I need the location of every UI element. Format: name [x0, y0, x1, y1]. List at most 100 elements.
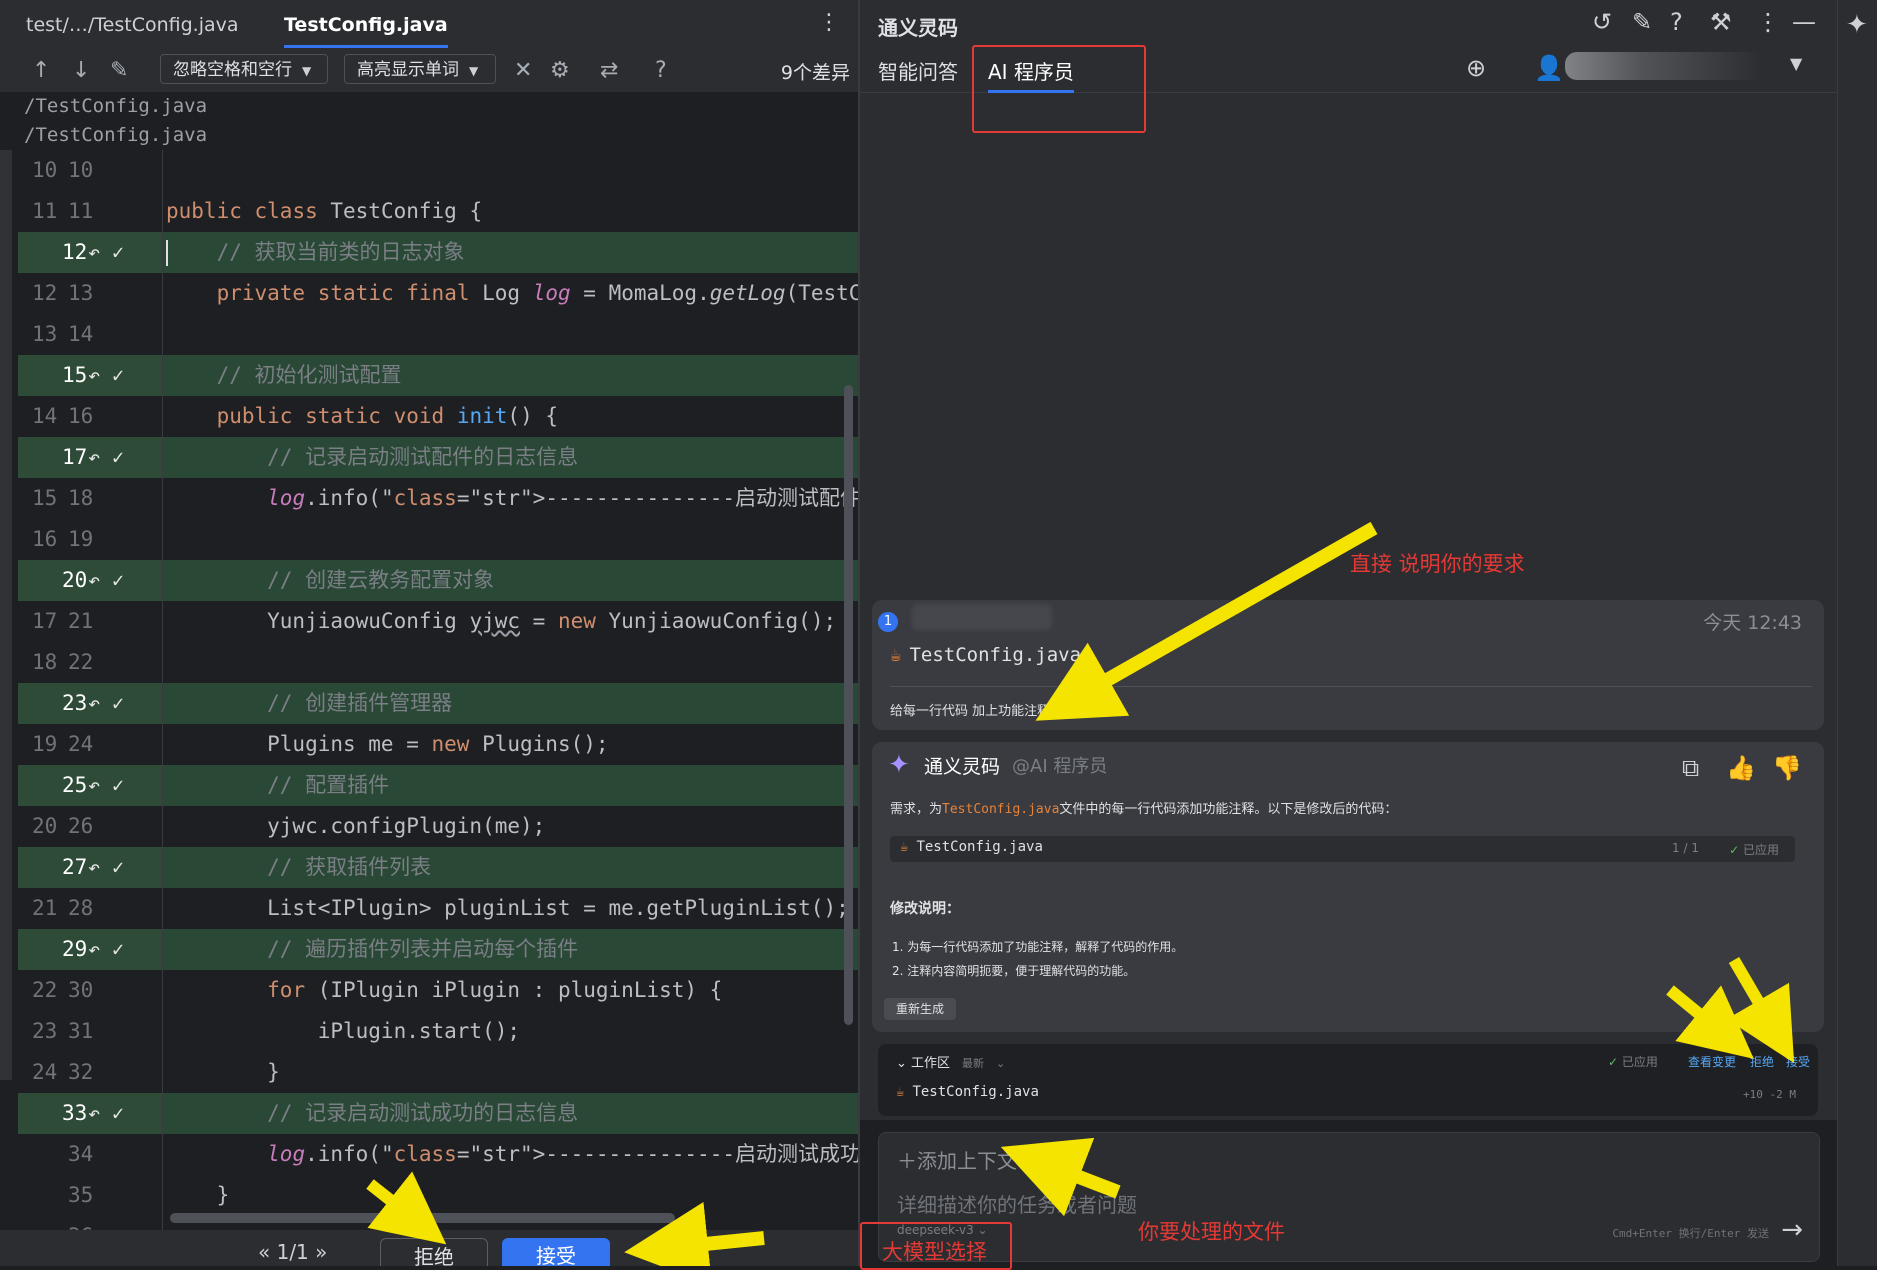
accept-check-icon[interactable]: ✓ — [112, 232, 124, 273]
wrench-icon[interactable]: ⚒ — [1710, 8, 1732, 36]
send-arrow-icon[interactable]: → — [1781, 1215, 1803, 1245]
help-icon[interactable]: ? — [655, 58, 667, 83]
accept-check-icon[interactable]: ✓ — [112, 355, 124, 396]
more-options-icon[interactable]: ⋮ — [1756, 8, 1780, 36]
new-line-number: 15 — [62, 363, 88, 387]
line-gutter: 20 26 — [18, 806, 163, 847]
accept-check-icon[interactable]: ✓ — [112, 1093, 124, 1134]
diff-line-added[interactable]: 27 ↶ ✓ // 获取插件列表 — [18, 847, 858, 888]
old-line-number: 15 — [32, 486, 58, 510]
accept-check-icon[interactable]: ✓ — [112, 765, 124, 806]
revert-icon[interactable]: ↶ — [88, 1093, 100, 1134]
avatar[interactable] — [1565, 52, 1785, 80]
diff-line[interactable]: 35 } — [18, 1175, 858, 1216]
help-circle-icon[interactable]: ? — [1670, 8, 1683, 36]
changed-file-row[interactable]: ☕ TestConfig.java 1 / 1 ✓ 已应用 — [890, 836, 1795, 862]
add-context-button[interactable]: ＋添加上下文 — [897, 1145, 1017, 1174]
new-line-number: 14 — [68, 322, 94, 346]
revert-icon[interactable]: ↶ — [88, 765, 100, 806]
diff-line-added[interactable]: 25 ↶ ✓ // 配置插件 — [18, 765, 858, 806]
editor-tab-bar: test/…/TestConfig.java TestConfig.java ⋮ — [0, 0, 858, 51]
diff-line[interactable]: 11 11 public class TestConfig { — [18, 191, 858, 232]
view-changes-link[interactable]: 查看变更 — [1688, 1053, 1736, 1070]
tab-smart-qa[interactable]: 智能问答 — [878, 56, 958, 85]
path-right: /TestConfig.java — [24, 124, 208, 146]
old-line-number: 21 — [32, 896, 58, 920]
user-icon[interactable]: 👤 — [1534, 54, 1564, 82]
sync-scroll-icon[interactable]: ⇄ — [600, 58, 618, 83]
diff-line[interactable]: 13 14 — [18, 314, 858, 355]
workspace-header[interactable]: ⌄ 工作区 最新 ⌄ — [896, 1052, 1005, 1071]
diff-line[interactable]: 18 22 — [18, 642, 858, 683]
revert-icon[interactable]: ↶ — [88, 929, 100, 970]
old-line-number: 19 — [32, 732, 58, 756]
diff-line[interactable]: 17 21 YunjiaowuConfig yjwc = new Yunjiaow… — [18, 601, 858, 642]
revert-icon[interactable]: ↶ — [88, 437, 100, 478]
diff-line[interactable]: 14 16 public static void init() { — [18, 396, 858, 437]
reject-button[interactable]: 拒绝 — [380, 1238, 488, 1266]
code-text: iPlugin.start(); — [166, 1019, 521, 1043]
diff-line[interactable]: 16 19 — [18, 519, 858, 560]
message-time: 今天 12:43 — [1703, 612, 1802, 634]
diff-line-added[interactable]: 17 ↶ ✓ // 记录启动测试配件的日志信息 — [18, 437, 858, 478]
horizontal-scrollbar[interactable] — [170, 1213, 675, 1223]
revert-icon[interactable]: ↶ — [88, 232, 100, 273]
diff-line-added[interactable]: 33 ↶ ✓ // 记录启动测试成功的日志信息 — [18, 1093, 858, 1134]
diff-line[interactable]: 34 log.info("class="str">---------------… — [18, 1134, 858, 1175]
accept-check-icon[interactable]: ✓ — [112, 437, 124, 478]
minimize-icon[interactable]: — — [1792, 8, 1816, 36]
accept-check-icon[interactable]: ✓ — [112, 560, 124, 601]
diff-line-added[interactable]: 12 ↶ ✓ // 获取当前类的日志对象 — [18, 232, 858, 273]
diff-line-added[interactable]: 15 ↶ ✓ // 初始化测试配置 — [18, 355, 858, 396]
tab-left-file[interactable]: test/…/TestConfig.java — [26, 14, 239, 36]
vertical-scrollbar[interactable] — [844, 385, 853, 1025]
context-file-chip[interactable]: ☕ TestConfig.java — [890, 644, 1081, 666]
prompt-input[interactable]: 详细描述你的任务或者问题 — [897, 1189, 1137, 1218]
diff-line-added[interactable]: 23 ↶ ✓ // 创建插件管理器 — [18, 683, 858, 724]
revert-icon[interactable]: ↶ — [88, 355, 100, 396]
copy-icon[interactable]: ⧉ — [1682, 754, 1699, 782]
prompt-input-box[interactable]: ＋添加上下文 详细描述你的任务或者问题 deepseek-v3 ⌄ Cmd+En… — [878, 1132, 1820, 1262]
regenerate-button[interactable]: 重新生成 — [884, 998, 956, 1020]
line-gutter: 17 21 — [18, 601, 163, 642]
revert-icon[interactable]: ↶ — [88, 683, 100, 724]
workspace-file: ☕ TestConfig.java — [896, 1084, 1039, 1100]
diff-pager[interactable]: « 1/1 » — [258, 1240, 327, 1264]
diff-line-added[interactable]: 20 ↶ ✓ // 创建云教务配置对象 — [18, 560, 858, 601]
ignore-whitespace-dropdown[interactable]: 忽略空格和空行 ▼ — [160, 54, 328, 84]
line-gutter: 33 ↶ ✓ — [18, 1093, 163, 1134]
new-chat-icon[interactable]: ⊕ — [1466, 54, 1486, 82]
accept-check-icon[interactable]: ✓ — [112, 847, 124, 888]
tab-right-file[interactable]: TestConfig.java — [284, 14, 448, 48]
history-icon[interactable]: ↺ — [1592, 8, 1612, 36]
arrow-up-icon[interactable]: ↑ — [32, 58, 50, 83]
diff-line[interactable]: 22 30 for (IPlugin iPlugin : pluginList) … — [18, 970, 858, 1011]
workspace-accept-link[interactable]: 接受 — [1786, 1053, 1810, 1070]
gear-icon[interactable]: ⚙ — [550, 58, 570, 83]
edit-note-icon[interactable]: ✎ — [1632, 8, 1652, 36]
accept-check-icon[interactable]: ✓ — [112, 683, 124, 724]
accept-button[interactable]: 接受 — [502, 1238, 610, 1266]
thumbs-down-icon[interactable]: 👎 — [1772, 754, 1802, 782]
highlight-words-dropdown[interactable]: 高亮显示单词 ▼ — [344, 54, 496, 84]
more-options-icon[interactable]: ⋮ — [818, 10, 840, 35]
chevron-down-icon[interactable]: ▼ — [1790, 54, 1802, 73]
diff-line[interactable]: 23 31 iPlugin.start(); — [18, 1011, 858, 1052]
accept-check-icon[interactable]: ✓ — [112, 929, 124, 970]
workspace-reject-link[interactable]: 拒绝 — [1750, 1053, 1774, 1070]
diff-line[interactable]: 19 24 Plugins me = new Plugins(); — [18, 724, 858, 765]
tongyi-logo-icon[interactable]: ✦ — [1846, 10, 1868, 40]
diff-line-added[interactable]: 29 ↶ ✓ // 遍历插件列表并启动每个插件 — [18, 929, 858, 970]
arrow-down-icon[interactable]: ↓ — [72, 58, 90, 83]
diff-line[interactable]: 21 28 List<IPlugin> pluginList = me.getPl… — [18, 888, 858, 929]
revert-icon[interactable]: ↶ — [88, 847, 100, 888]
collapse-icon[interactable]: ✕ — [514, 58, 532, 83]
revert-icon[interactable]: ↶ — [88, 560, 100, 601]
diff-line[interactable]: 24 32 } — [18, 1052, 858, 1093]
diff-line[interactable]: 10 10 — [18, 150, 858, 191]
diff-line[interactable]: 12 13 private static final Log log = Moma… — [18, 273, 858, 314]
diff-line[interactable]: 15 18 log.info("class="str">-------------… — [18, 478, 858, 519]
edit-icon[interactable]: ✎ — [110, 58, 128, 83]
diff-line[interactable]: 20 26 yjwc.configPlugin(me); — [18, 806, 858, 847]
thumbs-up-icon[interactable]: 👍 — [1726, 754, 1756, 782]
